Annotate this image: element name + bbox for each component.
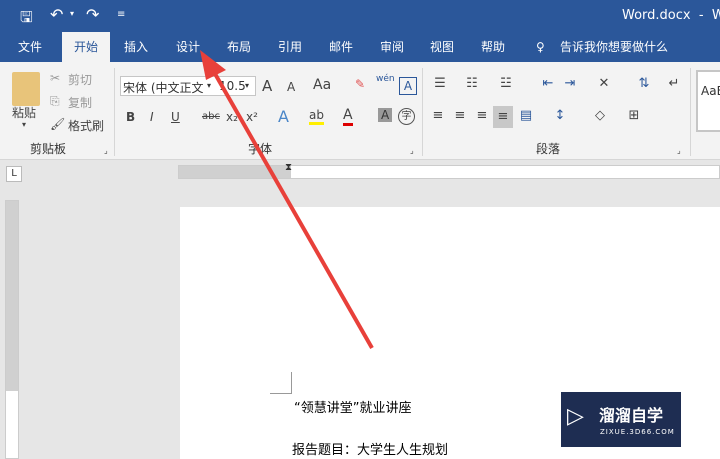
red-arrow-annotation [200,50,374,349]
arrow-head [200,50,226,80]
arrow-shaft [212,71,374,349]
